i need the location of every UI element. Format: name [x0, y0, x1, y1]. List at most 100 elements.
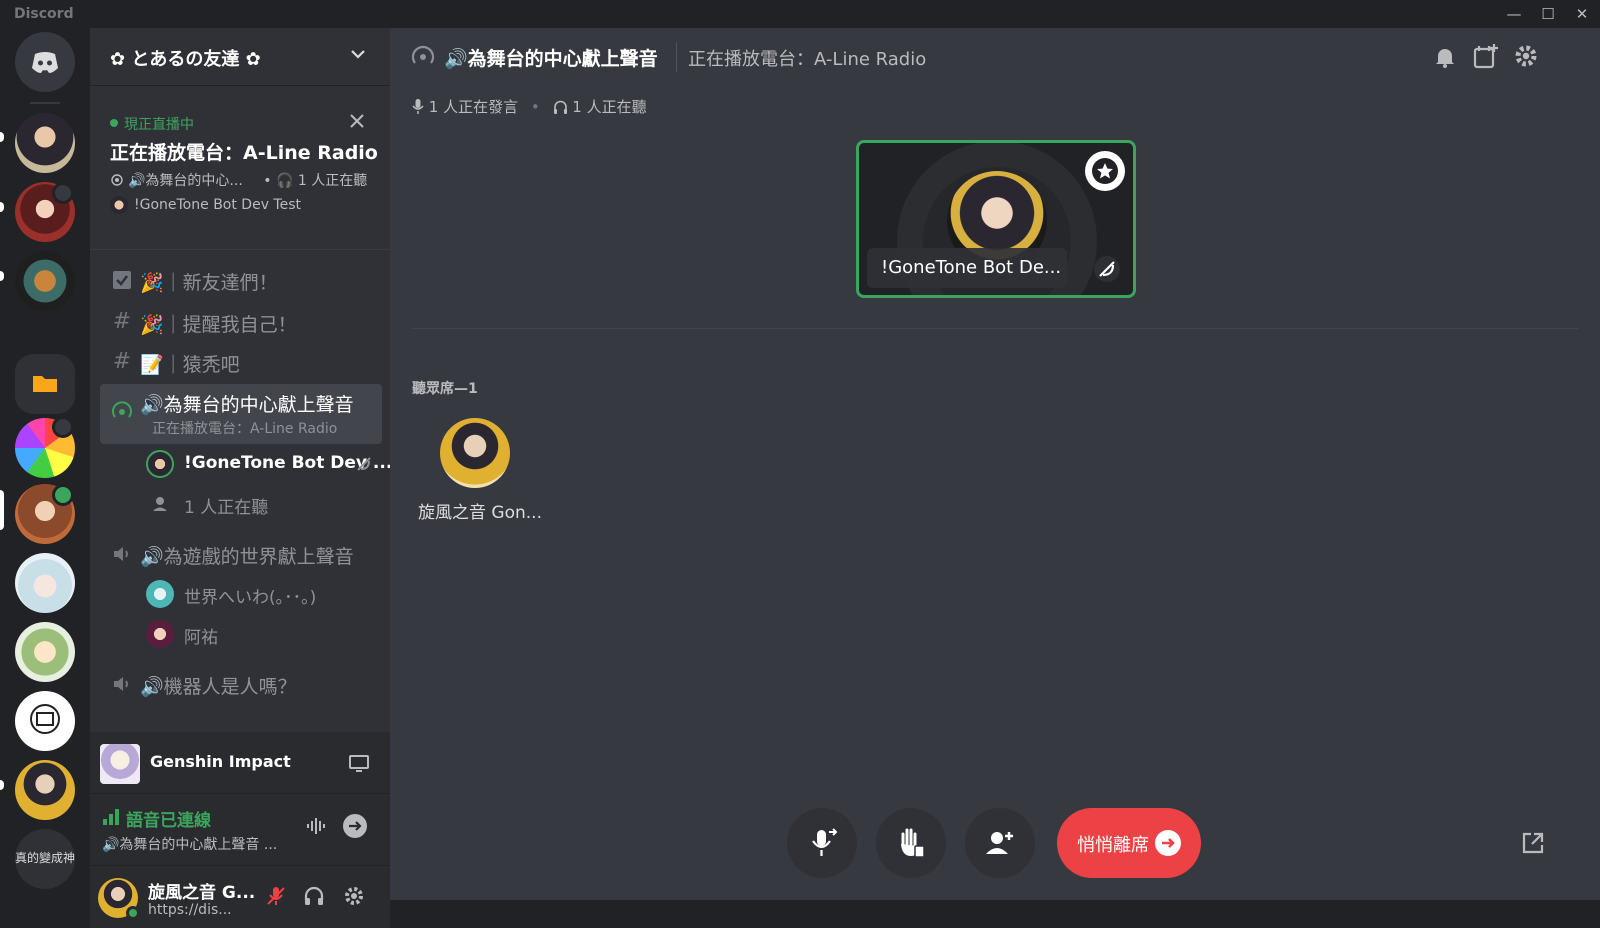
- screen-share-icon[interactable]: [348, 752, 370, 774]
- stage-listener-count[interactable]: 1 人正在聽: [142, 486, 382, 522]
- request-to-speak-button[interactable]: [787, 808, 857, 878]
- stage-icon: [411, 45, 435, 64]
- hash-icon: #: [112, 309, 132, 334]
- muted-icon: [357, 457, 371, 471]
- server-avatar-8[interactable]: [15, 691, 75, 751]
- bell-icon[interactable]: [1432, 44, 1458, 70]
- server-avatar-6[interactable]: [15, 553, 75, 613]
- channel-topic: 正在播放電台：A-Line Radio: [152, 421, 338, 437]
- gear-icon[interactable]: [342, 884, 366, 908]
- channel-label: 🔊機器人是人嗎？: [140, 676, 297, 698]
- channel-forum[interactable]: # 📝｜猿秃吧: [100, 342, 382, 382]
- server-text-label: 真的變成神: [15, 851, 75, 865]
- live-host-name: !GoneTone Bot Dev Test: [134, 197, 301, 213]
- noise-suppression-icon[interactable]: [304, 814, 328, 838]
- server-avatar-1[interactable]: [15, 113, 75, 173]
- server-avatar-7[interactable]: [15, 622, 75, 682]
- voice-status[interactable]: 語音已連線: [126, 806, 211, 831]
- close-window-button[interactable]: ✕: [1572, 4, 1592, 24]
- user-name[interactable]: 旋風之音 G...: [148, 878, 255, 903]
- close-icon[interactable]: [346, 110, 368, 132]
- voice-user-name: 阿祐: [184, 628, 218, 648]
- channel-reminder[interactable]: # 🎉｜提醒我自己！: [100, 302, 382, 342]
- online-status-icon: [126, 906, 140, 920]
- unread-pill: [0, 271, 4, 281]
- live-subline: 🔊為舞台的中心... • 🎧 1 人正在聽: [110, 170, 367, 190]
- invite-button[interactable]: [965, 808, 1035, 878]
- rules-channel-icon: [113, 271, 131, 289]
- signal-icon: [103, 809, 119, 825]
- screen-share-icon: [52, 182, 74, 204]
- voice-user-name: 世界へいわ(｡･･｡): [184, 588, 317, 608]
- user-status: https://dis...: [148, 902, 232, 918]
- rail-separator: [30, 102, 60, 104]
- channel-label: 🔊為遊戲的世界獻上聲音: [140, 546, 354, 568]
- avatar: [146, 580, 174, 608]
- voice-connection-panel: 語音已連線 🔊為舞台的中心獻上聲音 ...: [90, 794, 390, 866]
- title-bar: Discord — ☐ ✕: [0, 0, 1600, 28]
- speaker-tile[interactable]: !GoneTone Bot De...: [856, 140, 1136, 298]
- server-folder[interactable]: [15, 354, 75, 414]
- chevron-down-icon: [351, 50, 365, 59]
- headphones-icon[interactable]: [302, 884, 326, 908]
- voice-channel-name[interactable]: 🔊為舞台的中心獻上聲音 ...: [102, 834, 277, 854]
- stage-speaker-item[interactable]: !GoneTone Bot Dev ...: [142, 446, 392, 482]
- event-add-icon[interactable]: [1472, 42, 1500, 70]
- speaker-name-bar: !GoneTone Bot De...: [867, 248, 1067, 288]
- audience-label: 聽眾席—1: [412, 381, 478, 397]
- server-avatar-3[interactable]: [15, 251, 75, 311]
- guild-name: ✿ とあるの友達 ✿: [110, 49, 261, 70]
- gear-icon[interactable]: [1512, 42, 1540, 70]
- stage-divider: [412, 328, 1578, 329]
- stage-main: 🔊為舞台的中心獻上聲音 正在播放電台：A-Line Radio 1 人正在發言 …: [390, 28, 1600, 900]
- mic-icon: [412, 99, 424, 114]
- voice-user-item[interactable]: 阿祐: [142, 616, 382, 652]
- channel-sidebar: ✿ とあるの友達 ✿ 現正直播中 正在播放電台：A-Line Radio 🔊為舞…: [90, 28, 392, 928]
- maximize-button[interactable]: ☐: [1538, 4, 1558, 24]
- user-panel: 旋風之音 G... https://dis...: [90, 866, 390, 928]
- channel-label: 🎉｜新友達們！: [140, 272, 278, 294]
- avatar: [110, 196, 128, 214]
- raise-hand-button[interactable]: [876, 808, 946, 878]
- stage-icon: [112, 401, 132, 418]
- channel-label: 📝｜猿秃吧: [140, 354, 240, 376]
- mic-muted-icon[interactable]: [264, 884, 288, 908]
- topbar-topic: 正在播放電台：A-Line Radio: [688, 49, 927, 70]
- live-host: !GoneTone Bot Dev Test: [110, 196, 301, 214]
- muted-icon: [1094, 256, 1120, 282]
- server-rail: 真的變成神: [0, 28, 90, 900]
- server-avatar-9[interactable]: [15, 760, 75, 820]
- speaker-icon: [114, 677, 128, 691]
- listener-count-label: 1 人正在聽: [184, 498, 269, 518]
- guild-header[interactable]: ✿ とあるの友達 ✿: [90, 28, 390, 86]
- folder-icon: [33, 376, 57, 392]
- live-listeners: • 🎧 1 人正在聽: [263, 173, 368, 189]
- audience-name[interactable]: 旋風之音 Gon...: [410, 498, 550, 523]
- channel-label: 🔊為舞台的中心獻上聲音: [140, 394, 354, 416]
- hash-icon: #: [112, 349, 132, 374]
- voice-channel-robot[interactable]: 🔊機器人是人嗎？: [100, 664, 382, 704]
- disconnect-icon[interactable]: [342, 813, 368, 839]
- avatar: [146, 450, 174, 478]
- topbar-channel-name: 🔊為舞台的中心獻上聲音: [444, 48, 658, 70]
- speaking-count: 1 人正在發言: [428, 98, 519, 116]
- minimize-button[interactable]: —: [1504, 4, 1524, 24]
- live-stage-card[interactable]: 現正直播中 正在播放電台：A-Line Radio 🔊為舞台的中心... • 🎧…: [90, 86, 390, 250]
- discord-home-button[interactable]: [15, 32, 75, 92]
- voice-user-item[interactable]: 世界へいわ(｡･･｡): [142, 576, 382, 612]
- server-text-avatar[interactable]: 真的變成神: [15, 829, 75, 889]
- popout-icon[interactable]: [1520, 830, 1546, 856]
- moderator-badge-icon: [1085, 151, 1125, 191]
- unread-pill: [0, 132, 4, 142]
- listening-count: 1 人正在聽: [572, 98, 647, 116]
- voice-channel-game[interactable]: 🔊為遊戲的世界獻上聲音: [100, 534, 382, 574]
- leave-label: 悄悄離席: [1077, 835, 1149, 856]
- topbar-divider: [676, 42, 677, 72]
- people-icon: [153, 497, 167, 511]
- leave-quietly-button[interactable]: 悄悄離席: [1057, 808, 1201, 878]
- channel-new-friends[interactable]: 🎉｜新友達們！: [100, 260, 382, 300]
- activity-panel: Genshin Impact: [90, 732, 390, 794]
- hand-icon: [901, 828, 925, 858]
- stage-channel-active[interactable]: 🔊為舞台的中心獻上聲音 正在播放電台：A-Line Radio: [100, 384, 382, 444]
- audience-avatar[interactable]: [440, 418, 510, 488]
